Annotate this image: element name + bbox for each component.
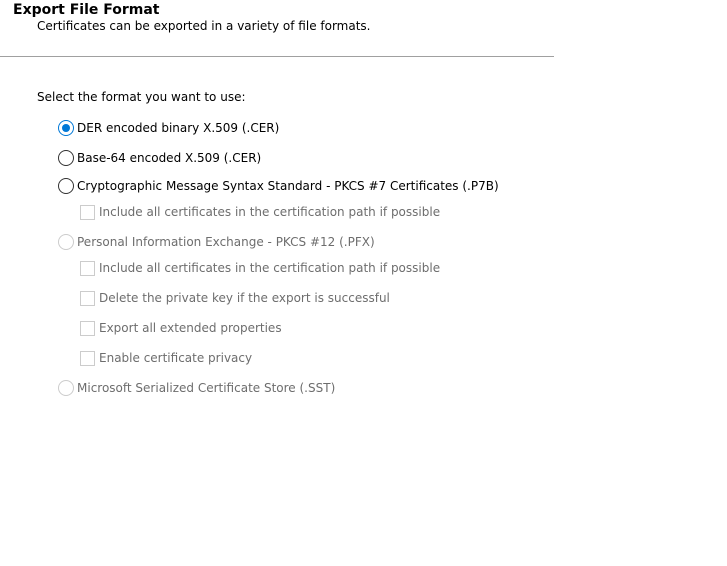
pfx-delete-key-label: Delete the private key if the export is … (99, 291, 390, 305)
checkbox-pfx-privacy[interactable]: Enable certificate privacy (80, 348, 252, 368)
pfx-include-all-checkbox[interactable] (80, 260, 95, 276)
pfx-privacy-label: Enable certificate privacy (99, 351, 253, 365)
pfx-include-all-label: Include all certificates in the certific… (99, 261, 441, 275)
pfx-delete-key-checkbox[interactable] (80, 290, 95, 306)
pkcs7-include-all-checkbox[interactable] (80, 204, 95, 220)
pfx-label: Personal Information Exchange - PKCS #12… (77, 235, 375, 249)
pfx-radio-button[interactable] (58, 234, 74, 250)
pkcs7-include-all-label: Include all certificates in the certific… (99, 205, 441, 219)
der-radio-button[interactable] (58, 120, 74, 136)
base64-label: Base-64 encoded X.509 (.CER) (77, 151, 262, 165)
pkcs7-label: Cryptographic Message Syntax Standard - … (77, 179, 499, 193)
radio-option-base64[interactable]: Base-64 encoded X.509 (.CER) (58, 148, 261, 168)
pkcs7-radio-button[interactable] (58, 178, 74, 194)
export-file-format-page: Export File Format Certificates can be e… (0, 0, 727, 566)
radio-option-sst[interactable]: Microsoft Serialized Certificate Store (… (58, 378, 335, 398)
pfx-export-props-label: Export all extended properties (99, 321, 282, 335)
checkbox-pfx-delete-key[interactable]: Delete the private key if the export is … (80, 288, 390, 308)
pfx-privacy-checkbox[interactable] (80, 350, 95, 366)
sst-label: Microsoft Serialized Certificate Store (… (77, 381, 336, 395)
page-subtitle: Certificates can be exported in a variet… (37, 19, 371, 33)
checkbox-pkcs7-include-all[interactable]: Include all certificates in the certific… (80, 202, 440, 222)
radio-option-pfx[interactable]: Personal Information Exchange - PKCS #12… (58, 232, 375, 252)
radio-option-der[interactable]: DER encoded binary X.509 (.CER) (58, 118, 279, 138)
der-label: DER encoded binary X.509 (.CER) (77, 121, 280, 135)
format-prompt: Select the format you want to use: (37, 90, 246, 104)
header-divider (0, 56, 554, 57)
pfx-export-props-checkbox[interactable] (80, 320, 95, 336)
radio-option-pkcs7[interactable]: Cryptographic Message Syntax Standard - … (58, 176, 499, 196)
base64-radio-button[interactable] (58, 150, 74, 166)
checkbox-pfx-export-props[interactable]: Export all extended properties (80, 318, 282, 338)
checkbox-pfx-include-all[interactable]: Include all certificates in the certific… (80, 258, 440, 278)
sst-radio-button[interactable] (58, 380, 74, 396)
